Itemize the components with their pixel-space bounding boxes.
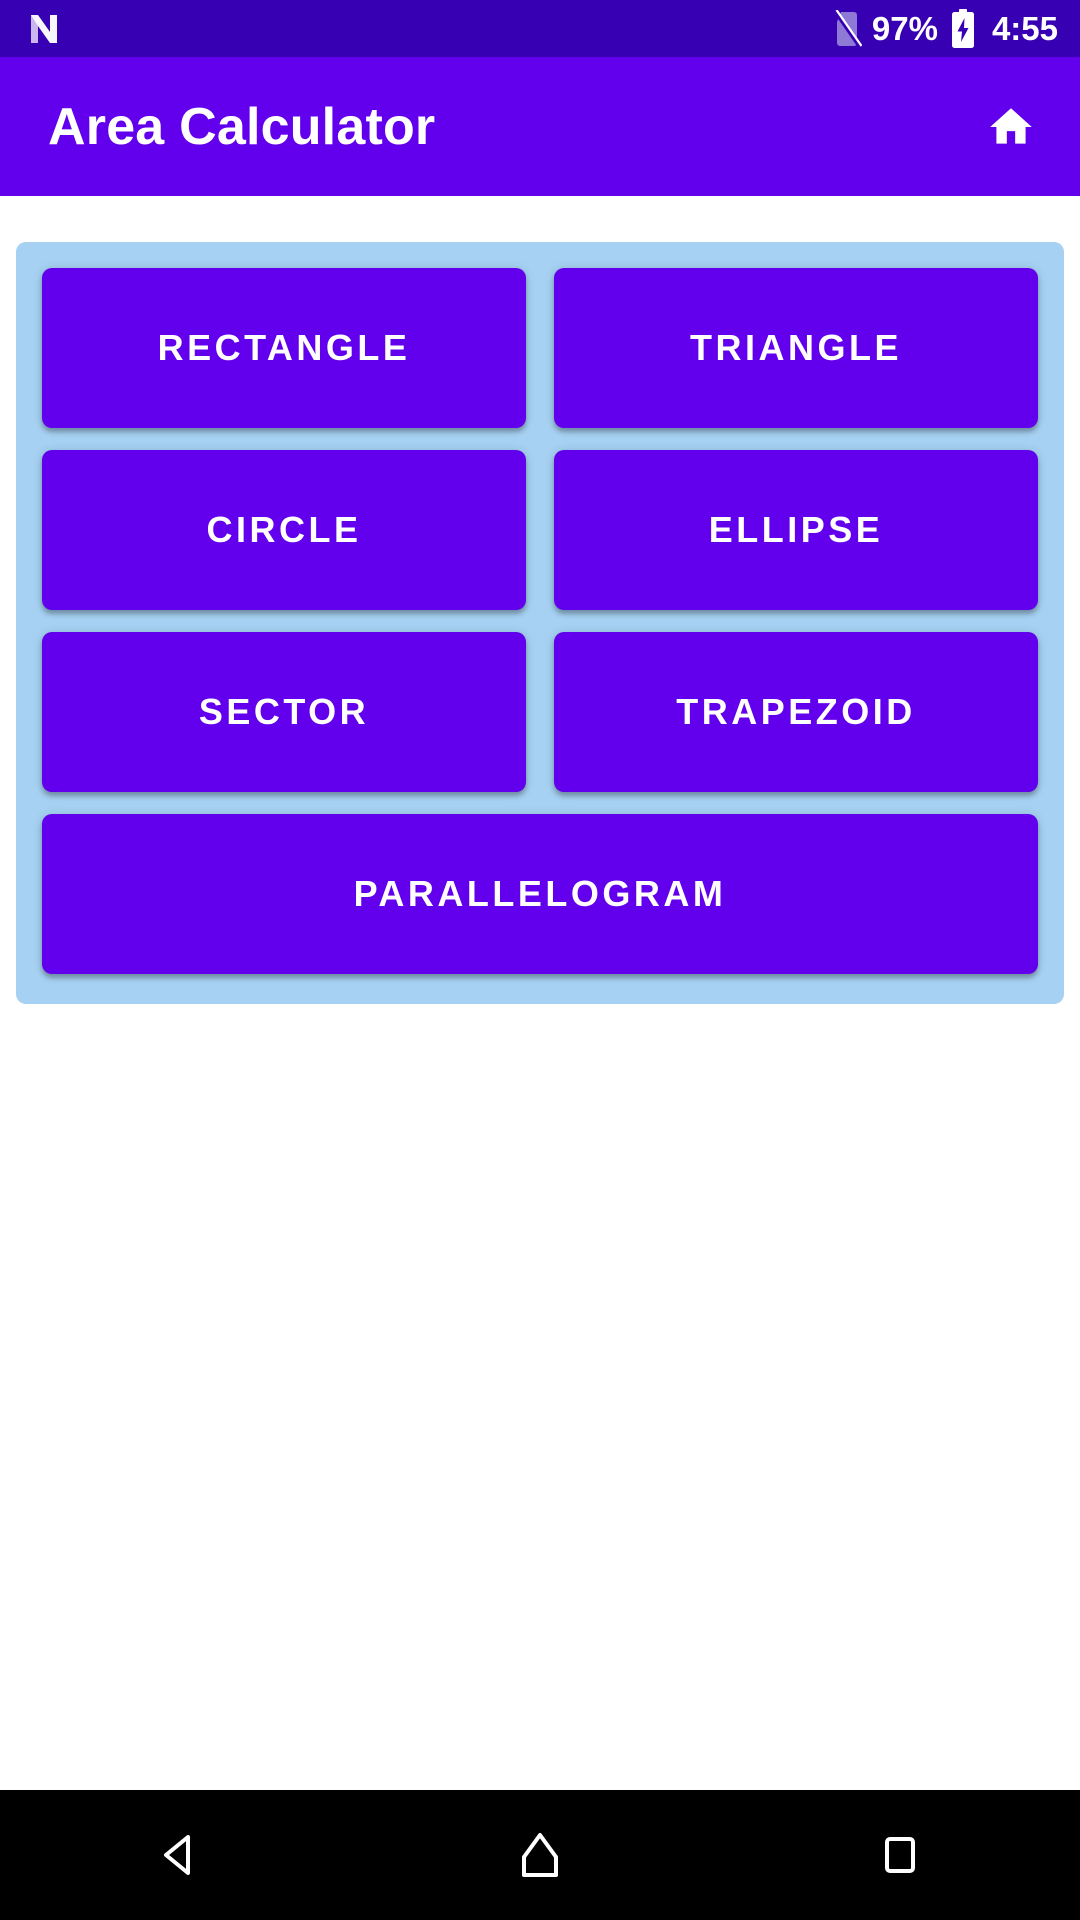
status-bar: 97% 4:55: [0, 0, 1080, 57]
nav-recents-button[interactable]: [825, 1790, 975, 1920]
shape-button-trapezoid[interactable]: TRAPEZOID: [554, 632, 1038, 792]
battery-charging-icon: [950, 8, 976, 49]
shape-button-rectangle[interactable]: RECTANGLE: [42, 268, 526, 428]
home-icon: [986, 102, 1036, 152]
home-icon: [512, 1827, 568, 1883]
app-bar: Area Calculator: [0, 57, 1080, 196]
shape-button-sector[interactable]: SECTOR: [42, 632, 526, 792]
main-content: RECTANGLE TRIANGLE CIRCLE ELLIPSE SECTOR TRAP…: [0, 196, 1080, 1790]
home-action-button[interactable]: [980, 96, 1042, 158]
back-icon: [152, 1827, 208, 1883]
shape-button-parallelogram[interactable]: PARALLELOGRAM: [42, 814, 1038, 974]
phone-screen: 97% 4:55 Area Calculator RECTANGLE TRIAN…: [0, 0, 1080, 1920]
shape-button-ellipse[interactable]: ELLIPSE: [554, 450, 1038, 610]
status-bar-left: [26, 11, 62, 47]
status-bar-right: 97% 4:55: [832, 0, 1058, 57]
recents-icon: [872, 1827, 928, 1883]
n-logo-icon: [26, 11, 62, 47]
nav-home-button[interactable]: [465, 1790, 615, 1920]
no-sim-icon: [832, 9, 862, 48]
shape-button-circle[interactable]: CIRCLE: [42, 450, 526, 610]
nav-back-button[interactable]: [105, 1790, 255, 1920]
shape-button-grid: RECTANGLE TRIANGLE CIRCLE ELLIPSE SECTOR TRAP…: [42, 268, 1038, 974]
android-navigation-bar: [0, 1790, 1080, 1920]
shape-selection-panel: RECTANGLE TRIANGLE CIRCLE ELLIPSE SECTOR TRAP…: [16, 242, 1064, 1004]
shape-button-triangle[interactable]: TRIANGLE: [554, 268, 1038, 428]
page-title: Area Calculator: [48, 97, 436, 156]
battery-percent-label: 97%: [871, 10, 938, 47]
clock-label: 4:55: [991, 10, 1058, 47]
